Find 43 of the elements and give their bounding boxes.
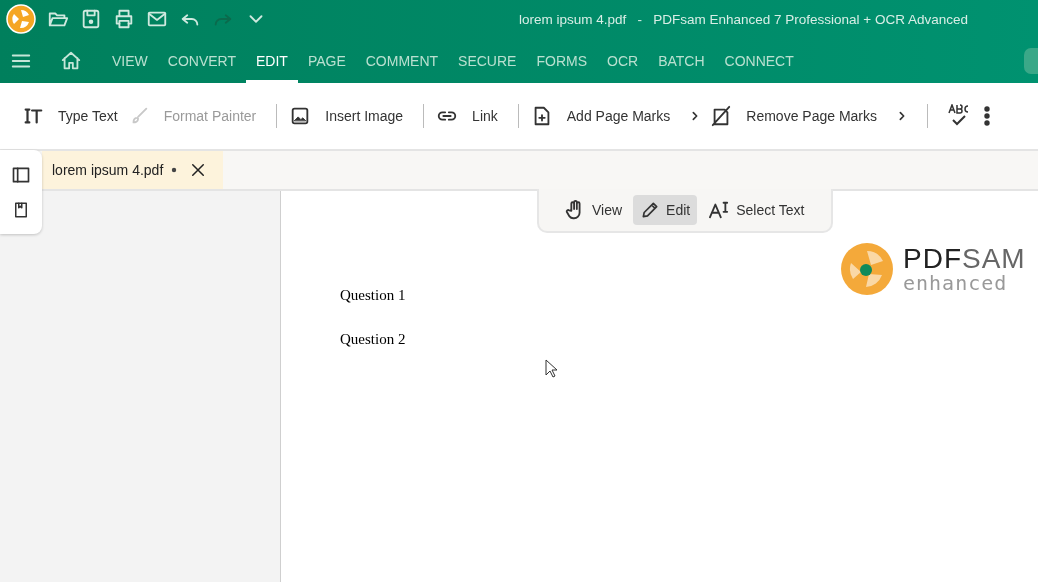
more-button[interactable] xyxy=(984,106,990,126)
printer-icon xyxy=(113,8,135,30)
save-button[interactable] xyxy=(80,8,102,30)
home-icon xyxy=(60,49,82,72)
printer-button[interactable] xyxy=(113,8,135,30)
chevron-right-icon xyxy=(897,110,907,122)
bookmarks-button[interactable] xyxy=(12,200,30,219)
type-text-icon xyxy=(22,105,44,127)
text-cursor-icon xyxy=(708,200,731,220)
document-text: Question 2 xyxy=(340,331,406,348)
toolbar-button[interactable]: Remove Page Marks xyxy=(710,104,928,128)
pdfsam-logo: PDFSAM enhanced xyxy=(841,243,1026,295)
toolbar-button[interactable]: Type Text xyxy=(22,105,128,127)
panel-toggle-button[interactable] xyxy=(11,165,31,186)
menu-tab[interactable]: COMMENT xyxy=(355,38,449,83)
page-slash-icon xyxy=(710,105,733,127)
bookmark-icon xyxy=(12,200,30,219)
cursor-icon xyxy=(545,359,557,378)
mode-button[interactable]: Edit xyxy=(633,195,698,225)
menu-tab[interactable]: EDIT xyxy=(246,38,298,83)
menu-tab[interactable]: SECURE xyxy=(448,38,527,83)
app-logo-icon[interactable] xyxy=(6,4,36,34)
sidebar-icon xyxy=(11,165,31,186)
spellcheck-button[interactable] xyxy=(946,104,970,128)
window-title: lorem ipsum 4.pdf - PDFsam Enhanced 7 Professional + OCR Advanced xyxy=(518,11,968,27)
menu-tab[interactable]: PAGE xyxy=(297,38,356,83)
toolbar-button[interactable]: Add Page Marks xyxy=(530,105,711,127)
document-tab[interactable]: lorem ipsum 4.pdf xyxy=(42,151,224,189)
save-icon xyxy=(80,8,102,30)
menu-tab[interactable]: VIEW xyxy=(102,38,158,83)
mode-button[interactable]: View xyxy=(557,194,630,226)
menu-tab[interactable]: CONVERT xyxy=(157,38,246,83)
mode-button[interactable]: Select Text xyxy=(701,195,812,225)
menu-tab[interactable]: CONNECT xyxy=(714,38,804,83)
spellcheck-icon xyxy=(946,104,970,128)
more-icon xyxy=(984,106,990,126)
toolbar-button[interactable]: Link xyxy=(436,104,519,128)
menu-tab[interactable]: OCR xyxy=(597,38,649,83)
toolbar-button[interactable]: Insert Image xyxy=(289,104,425,128)
modified-dot-icon xyxy=(171,167,178,173)
menu-tab[interactable]: BATCH xyxy=(648,38,715,83)
document-text: Question 1 xyxy=(340,287,406,304)
menu-tab[interactable]: FORMS xyxy=(526,38,597,83)
